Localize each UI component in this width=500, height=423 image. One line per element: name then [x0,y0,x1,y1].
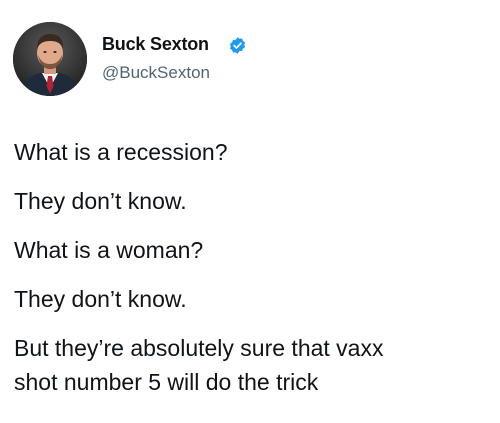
tweet-line-4: They don’t know. [14,286,187,312]
tweet-card: Buck Sexton @BuckSexton What is a recess… [0,0,500,423]
tweet-line-1: What is a recession? [14,139,228,165]
tweet-line-5: But they’re absolutely sure that vaxx sh… [14,331,492,399]
tweet-body: What is a recession? They don’t know. Wh… [14,135,492,399]
author-handle[interactable]: @BuckSexton [102,63,210,83]
tweet-line-5a: But they’re absolutely sure that vaxx [14,335,384,361]
avatar-photo [13,22,87,96]
tweet-line-2: They don’t know. [14,188,187,214]
avatar[interactable] [13,22,87,96]
verified-badge-icon [229,37,246,54]
author-display-name[interactable]: Buck Sexton [102,34,209,55]
tweet-line-5b: shot number 5 will do the trick [14,369,319,395]
tweet-line-3: What is a woman? [14,237,204,263]
